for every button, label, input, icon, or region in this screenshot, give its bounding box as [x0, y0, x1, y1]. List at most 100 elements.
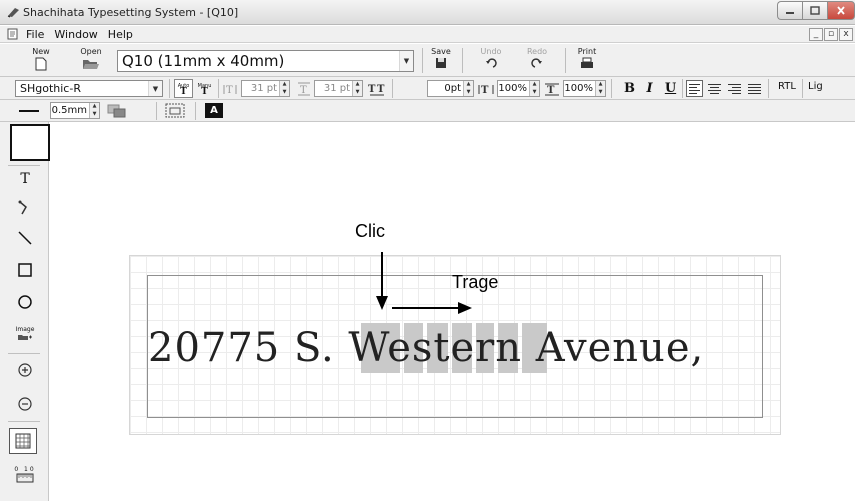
underline-button[interactable]: U — [662, 80, 679, 97]
print-button[interactable]: Print — [574, 47, 600, 69]
redo-button[interactable]: Redo — [524, 47, 550, 69]
line-icon — [18, 231, 32, 245]
font-select[interactable]: SHgothic-R ▼ — [15, 80, 163, 97]
rectangle-tool[interactable] — [10, 258, 40, 282]
bold-button[interactable]: B — [621, 80, 638, 97]
print-label: Print — [577, 47, 597, 56]
zoom-out-icon — [18, 397, 32, 411]
text-tool[interactable]: T — [10, 167, 40, 191]
text-color-button[interactable]: A — [205, 103, 223, 118]
redo-icon — [531, 58, 542, 68]
grid-toggle-button[interactable] — [9, 428, 37, 454]
chevron-down-icon: ▼ — [399, 51, 413, 71]
label-text[interactable]: 20775 S. Western Avenue, — [148, 324, 704, 372]
separator — [565, 48, 566, 73]
new-document-icon — [35, 57, 47, 71]
separator — [169, 79, 170, 98]
spin-down-icon[interactable]: ▼ — [530, 89, 539, 97]
frame-icon[interactable] — [164, 102, 186, 119]
align-center-button[interactable] — [706, 80, 723, 97]
line-width-spinner[interactable]: 0.5mm ▲ ▼ — [50, 102, 100, 119]
height-scale-spinner[interactable]: 100% ▲ ▼ — [563, 80, 606, 97]
spin-up-icon[interactable]: ▲ — [280, 81, 289, 89]
align-right-button[interactable] — [726, 80, 743, 97]
grid-icon — [15, 433, 31, 449]
open-folder-icon — [83, 60, 99, 69]
undo-button[interactable]: Undo — [478, 47, 504, 69]
spin-down-icon[interactable]: ▼ — [90, 111, 99, 119]
auto-size-button[interactable]: Auto T — [174, 79, 193, 98]
close-button[interactable] — [827, 1, 855, 20]
arrange-layers-icon[interactable] — [106, 102, 128, 119]
separator — [802, 79, 803, 98]
image-tool[interactable]: Image — [10, 321, 40, 345]
font-height-spinner[interactable]: 31 pt ▲ ▼ — [314, 80, 363, 97]
separator — [156, 102, 157, 120]
char-spacing-icon: TT — [366, 81, 388, 97]
separator — [462, 48, 463, 73]
font-width-spinner[interactable]: 31 pt ▲ ▼ — [241, 80, 290, 97]
ruler-numbers: 0 10 — [14, 465, 36, 473]
char-spacing-spinner[interactable]: 0pt ▲ ▼ — [427, 80, 474, 97]
height-scale-icon: T — [543, 81, 561, 97]
width-scale-spinner[interactable]: 100% ▲ ▼ — [497, 80, 540, 97]
spin-down-icon[interactable]: ▼ — [280, 89, 289, 97]
align-left-button[interactable] — [686, 80, 703, 97]
zoom-in-button[interactable] — [10, 358, 40, 382]
menu-file[interactable]: File — [22, 28, 50, 41]
label-size-value: Q10 (11mm x 40mm) — [122, 52, 285, 70]
rectangle-icon — [18, 263, 32, 277]
menu-window[interactable]: Window — [50, 28, 103, 41]
spin-down-icon[interactable]: ▼ — [596, 89, 605, 97]
svg-text:T: T — [547, 85, 555, 96]
maximize-button[interactable] — [802, 1, 827, 20]
curve-tool[interactable] — [10, 195, 40, 219]
line-width-icon — [17, 103, 41, 119]
separator — [8, 165, 40, 166]
separator — [392, 79, 393, 98]
minimize-button[interactable] — [777, 1, 802, 20]
menu-bar: File Window Help _ ▫ x — [0, 26, 855, 43]
redo-label: Redo — [526, 47, 548, 56]
selection-tool[interactable] — [10, 124, 50, 161]
title-bar: Shachihata Typesetting System - [Q10] — [0, 0, 855, 25]
new-label: New — [32, 47, 50, 56]
undo-icon — [486, 58, 497, 68]
spin-down-icon[interactable]: ▼ — [353, 89, 362, 97]
click-annotation: Clic — [355, 221, 385, 241]
ruler-toggle-button[interactable]: 0 10 — [10, 462, 40, 486]
undo-label: Undo — [480, 47, 502, 56]
open-button[interactable]: Open — [77, 47, 105, 70]
rtl-button[interactable]: RTL — [778, 81, 796, 92]
printer-icon — [581, 57, 593, 68]
spin-up-icon[interactable]: ▲ — [90, 103, 99, 111]
spin-up-icon[interactable]: ▲ — [596, 81, 605, 89]
image-label: Image — [15, 325, 35, 333]
doc-minimize-button[interactable]: _ — [809, 28, 823, 41]
line-tool[interactable] — [10, 226, 40, 250]
spin-up-icon[interactable]: ▲ — [464, 81, 473, 89]
menu-help[interactable]: Help — [104, 28, 139, 41]
save-button[interactable]: Save — [428, 47, 454, 69]
zoom-out-button[interactable] — [10, 392, 40, 416]
spin-up-icon[interactable]: ▲ — [353, 81, 362, 89]
maximize-icon — [810, 6, 820, 15]
width-scale-value: 100% — [498, 83, 527, 94]
ellipse-tool[interactable] — [10, 290, 40, 314]
doc-restore-button[interactable]: ▫ — [824, 28, 838, 41]
spin-up-icon[interactable]: ▲ — [530, 81, 539, 89]
ligature-button[interactable]: Lig — [808, 81, 823, 92]
doc-close-button[interactable]: x — [839, 28, 853, 41]
align-justify-button[interactable] — [746, 80, 763, 97]
app-icon — [7, 8, 19, 18]
tools-sidebar: T Image 0 10 — [0, 122, 50, 501]
svg-text:T: T — [377, 84, 385, 95]
separator — [768, 79, 769, 98]
label-size-select[interactable]: Q10 (11mm x 40mm) ▼ — [117, 50, 414, 72]
char-spacing-value: 0pt — [444, 83, 461, 94]
font-width-icon: T — [222, 81, 238, 97]
italic-button[interactable]: I — [641, 80, 658, 97]
manual-size-button[interactable]: Manu T — [195, 79, 214, 98]
spin-down-icon[interactable]: ▼ — [464, 89, 473, 97]
new-button[interactable]: New — [28, 47, 54, 71]
